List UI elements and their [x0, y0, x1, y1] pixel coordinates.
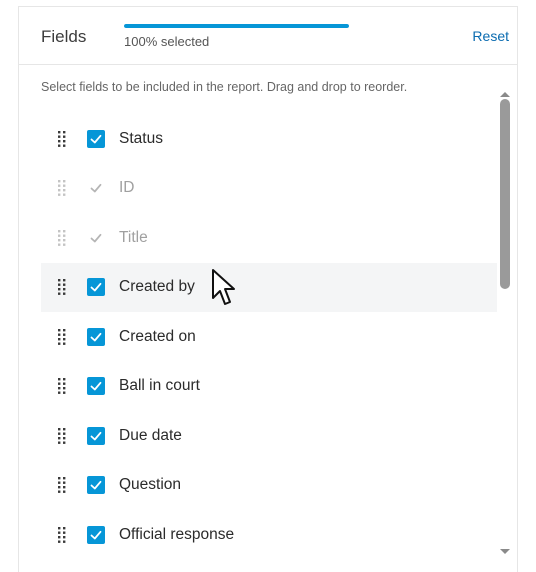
check-icon	[90, 134, 102, 144]
field-row[interactable]: Status	[41, 114, 497, 164]
field-row[interactable]: Question	[41, 461, 497, 511]
field-label: Status	[119, 129, 163, 147]
drag-handle-icon[interactable]	[55, 377, 69, 395]
mouse-pointer-icon	[211, 268, 237, 313]
field-label: Created on	[119, 327, 196, 345]
field-row[interactable]: Due date	[41, 411, 497, 461]
progress-fill	[124, 24, 349, 28]
field-label: Question	[119, 476, 182, 494]
field-row[interactable]: Official response	[41, 510, 497, 560]
field-row: ID	[41, 164, 497, 214]
field-label: Ball in court	[119, 377, 200, 395]
drag-handle-icon[interactable]	[55, 476, 69, 494]
selection-progress: 100% selected	[124, 24, 349, 49]
field-checkbox[interactable]	[87, 327, 105, 346]
drag-handle-icon[interactable]	[55, 427, 69, 445]
check-icon	[90, 530, 102, 540]
field-row[interactable]: Created on	[41, 312, 497, 362]
field-list: Status ID Title Created by Created on Ball in…	[41, 114, 497, 560]
drag-handle-icon	[55, 229, 69, 247]
check-icon	[90, 233, 102, 243]
field-checkbox[interactable]	[87, 278, 105, 297]
field-checkbox[interactable]	[87, 525, 105, 544]
drag-handle-icon[interactable]	[55, 278, 69, 296]
field-label: Title	[119, 228, 148, 246]
field-checkbox[interactable]	[87, 377, 105, 396]
field-checkbox	[87, 179, 105, 198]
drag-handle-icon[interactable]	[55, 130, 69, 148]
field-checkbox	[87, 228, 105, 247]
progress-text: 100% selected	[124, 34, 210, 49]
scroll-down-icon[interactable]	[499, 543, 511, 561]
field-checkbox[interactable]	[87, 476, 105, 495]
reset-button[interactable]: Reset	[472, 28, 509, 44]
drag-handle-icon[interactable]	[55, 526, 69, 544]
field-checkbox[interactable]	[87, 426, 105, 445]
field-row[interactable]: Ball in court	[41, 362, 497, 412]
field-row[interactable]: Created by	[41, 262, 497, 312]
check-icon	[90, 481, 102, 490]
check-icon	[90, 184, 102, 193]
help-text: Select fields to be included in the repo…	[41, 80, 408, 94]
field-label: Due date	[119, 426, 182, 444]
field-checkbox[interactable]	[87, 129, 105, 148]
panel-title: Fields	[41, 27, 87, 46]
check-icon	[90, 283, 102, 292]
check-icon	[90, 332, 102, 342]
drag-handle-icon[interactable]	[55, 328, 69, 346]
drag-handle-icon	[55, 179, 69, 197]
check-icon	[90, 431, 102, 441]
field-label: ID	[119, 179, 135, 197]
field-label: Official response	[119, 525, 235, 543]
fields-panel: Fields 100% selected Reset Select fields…	[18, 6, 518, 572]
progress-track	[124, 24, 349, 28]
field-row: Title	[41, 213, 497, 263]
check-icon	[90, 382, 102, 391]
field-label: Created by	[119, 278, 195, 296]
scrollbar-thumb[interactable]	[500, 99, 510, 289]
panel-header: Fields 100% selected Reset	[19, 7, 517, 65]
